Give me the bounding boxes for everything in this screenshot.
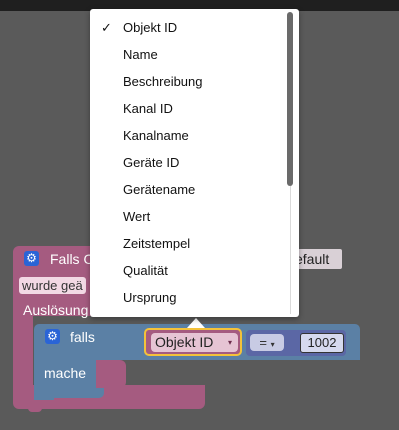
menu-item-wert[interactable]: Wert [90,203,286,230]
default-field[interactable]: efault [293,249,342,269]
menu-item-label: Objekt ID [123,20,178,35]
trigger-field[interactable]: wurde geä [19,277,86,294]
check-icon: ✓ [101,20,112,35]
chevron-down-icon: ▾ [227,338,232,347]
chevron-down-icon: ▾ [270,340,275,349]
event-block-title: Falls O [50,251,95,267]
menu-item-geraetename[interactable]: Gerätename [90,176,286,203]
event-block-connector [28,404,42,412]
gear-icon[interactable]: ⚙ [45,329,60,344]
number-field[interactable]: 1002 [300,333,344,353]
menu-scroll-track [290,186,291,314]
menu-item-zeitstempel[interactable]: Zeitstempel [90,230,286,257]
property-value: Objekt ID [155,334,214,350]
dropdown-menu[interactable]: ✓ Objekt ID Name Beschreibung Kanal ID Ka… [90,9,299,317]
ausloesung-label: Auslösung [23,302,89,318]
statement-slot [96,360,126,388]
menu-item-kanalname[interactable]: Kanalname [90,122,286,149]
falls-label: falls [70,329,95,345]
menu-item-label: Gerätename [123,182,196,197]
menu-item-objekt-id[interactable]: ✓ Objekt ID [90,14,286,41]
menu-item-label: Geräte ID [123,155,180,170]
menu-item-label: Ursprung [123,290,177,305]
menu-item-label: Beschreibung [123,74,203,89]
menu-scrollbar[interactable] [287,12,293,186]
menu-item-name[interactable]: Name [90,41,286,68]
menu-item-label: Wert [123,209,151,224]
menu-item-geraete-id[interactable]: Geräte ID [90,149,286,176]
gear-icon[interactable]: ⚙ [24,251,39,266]
menu-item-beschreibung[interactable]: Beschreibung [90,68,286,95]
menu-item-kanal-id[interactable]: Kanal ID [90,95,286,122]
menu-item-ursprung[interactable]: Ursprung [90,284,286,311]
property-dropdown[interactable]: Objekt ID ▾ [151,333,238,352]
dropdown-pointer [187,318,205,328]
menu-item-label: Kanalname [123,128,189,143]
operator-value: = [259,335,267,350]
operator-dropdown[interactable]: = ▾ [250,334,284,351]
menu-item-label: Qualität [123,263,168,278]
menu-item-label: Name [123,47,158,62]
menu-item-label: Kanal ID [123,101,173,116]
mache-label: mache [44,365,87,381]
menu-item-label: Zeitstempel [123,236,191,251]
menu-item-qualitaet[interactable]: Qualität [90,257,286,284]
